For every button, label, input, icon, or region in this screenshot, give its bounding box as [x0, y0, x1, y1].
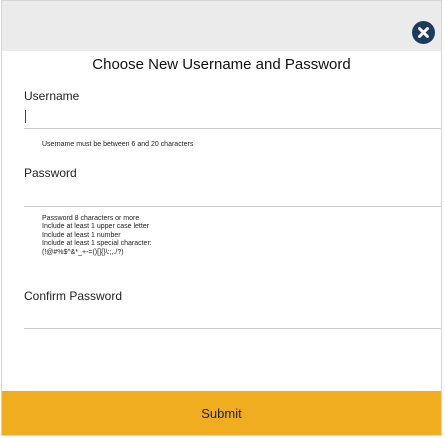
password-requirement-line: Include at least 1 special character:: [42, 240, 152, 248]
submit-button[interactable]: Submit: [2, 391, 441, 435]
dialog-header-bar: [2, 1, 441, 51]
password-requirement-line: Password 8 characters or more: [42, 215, 140, 222]
username-input[interactable]: [24, 106, 441, 129]
close-x-glyph: [418, 27, 429, 38]
close-icon[interactable]: [412, 21, 435, 44]
password-requirement-line: Include at least 1 upper case letter: [42, 223, 150, 231]
text-cursor: [25, 110, 26, 123]
password-requirements: Password 8 characters or more Include at…: [42, 215, 152, 257]
password-special-characters: (!@#%$^&*_+-=()[]{}\:;,./?): [42, 248, 124, 256]
password-requirement-line: Include at least 1 number: [42, 231, 121, 239]
confirm-password-input[interactable]: [24, 306, 441, 329]
dialog-title: Choose New Username and Password: [92, 56, 351, 73]
username-label: Username: [24, 89, 80, 103]
password-input[interactable]: [24, 184, 441, 207]
confirm-password-label: Confirm Password: [24, 289, 123, 303]
username-hint: Username must be between 6 and 20 charac…: [42, 141, 194, 148]
change-credentials-dialog: Choose New Username and Password Usernam…: [1, 0, 442, 436]
password-label: Password: [24, 166, 77, 180]
